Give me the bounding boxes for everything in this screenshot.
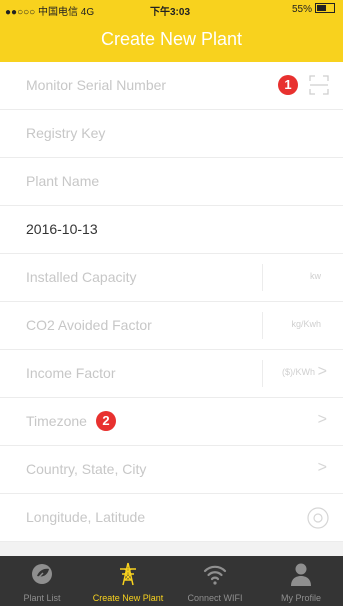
tab-label: Plant List <box>23 593 61 603</box>
co2-unit: kg/Kwh <box>291 319 321 329</box>
plant-name-placeholder: Plant Name <box>26 173 100 189</box>
installed-capacity-placeholder: Installed Capacity <box>26 269 137 285</box>
chevron-right-icon: > <box>317 411 327 428</box>
coordinates-field[interactable]: Longitude, Latitude <box>0 494 343 542</box>
transmission-tower-icon <box>120 562 136 586</box>
capacity-unit: kw <box>310 271 321 281</box>
status-time: 下午3:03 <box>150 7 191 18</box>
carrier-text: ●●○○○ 中国电信 4G <box>5 7 95 18</box>
registry-key-field[interactable]: Registry Key <box>0 110 343 158</box>
location-field[interactable]: Country, State, City > <box>0 446 343 494</box>
battery-status: 55% <box>292 3 335 15</box>
page-title: Create New Plant <box>100 29 243 49</box>
date-value: 2016-10-13 <box>26 221 98 237</box>
installed-capacity-field[interactable]: Installed Capacity kw <box>0 254 343 302</box>
timezone-placeholder: Timezone <box>26 413 87 429</box>
battery-icon <box>315 3 335 13</box>
unit-divider <box>262 264 263 291</box>
unit-divider <box>262 360 263 387</box>
date-field[interactable]: 2016-10-13 <box>0 206 343 254</box>
co2-factor-placeholder: CO2 Avoided Factor <box>26 317 152 333</box>
tab-connect-wifi[interactable]: Connect WIFI <box>175 556 255 606</box>
monitor-serial-placeholder: Monitor Serial Number <box>26 77 167 93</box>
co2-factor-field[interactable]: CO2 Avoided Factor kg/Kwh <box>0 302 343 350</box>
annotation-badge-2: 2 <box>96 411 116 431</box>
locate-icon[interactable] <box>307 507 329 529</box>
leaf-globe-icon <box>32 564 52 584</box>
annotation-badge-1: 1 <box>278 75 298 95</box>
header: Create New Plant <box>0 17 343 62</box>
wifi-icon <box>203 565 227 585</box>
unit-divider <box>262 312 263 339</box>
registry-key-placeholder: Registry Key <box>26 125 106 141</box>
tab-my-profile[interactable]: My Profile <box>261 556 341 606</box>
plant-name-field[interactable]: Plant Name <box>0 158 343 206</box>
person-icon <box>291 563 311 586</box>
scan-icon[interactable] <box>309 75 329 95</box>
tab-plant-list[interactable]: Plant List <box>2 556 82 606</box>
tab-bar: Plant List Create New Plant Connect WIFI <box>0 556 343 606</box>
plant-form: Monitor Serial Number 1 Registry Key Pla… <box>0 62 343 542</box>
tab-label: Create New Plant <box>92 593 164 603</box>
status-bar: ●●○○○ 中国电信 4G 下午3:03 55% <box>0 0 343 18</box>
location-placeholder: Country, State, City <box>26 461 147 477</box>
income-unit: ($)/KWh <box>281 367 315 377</box>
income-factor-placeholder: Income Factor <box>26 365 116 381</box>
income-factor-field[interactable]: Income Factor ($)/KWh > <box>0 350 343 398</box>
timezone-field[interactable]: Timezone 2 > <box>0 398 343 446</box>
monitor-serial-field[interactable]: Monitor Serial Number 1 <box>0 62 343 110</box>
chevron-right-icon: > <box>317 459 327 476</box>
tab-label: Connect WIFI <box>187 593 243 603</box>
tab-label: My Profile <box>280 593 321 603</box>
battery-percent: 55% <box>291 4 312 15</box>
chevron-right-icon: > <box>317 363 327 380</box>
tab-create-new-plant[interactable]: Create New Plant <box>88 556 168 606</box>
coordinates-placeholder: Longitude, Latitude <box>26 509 146 525</box>
